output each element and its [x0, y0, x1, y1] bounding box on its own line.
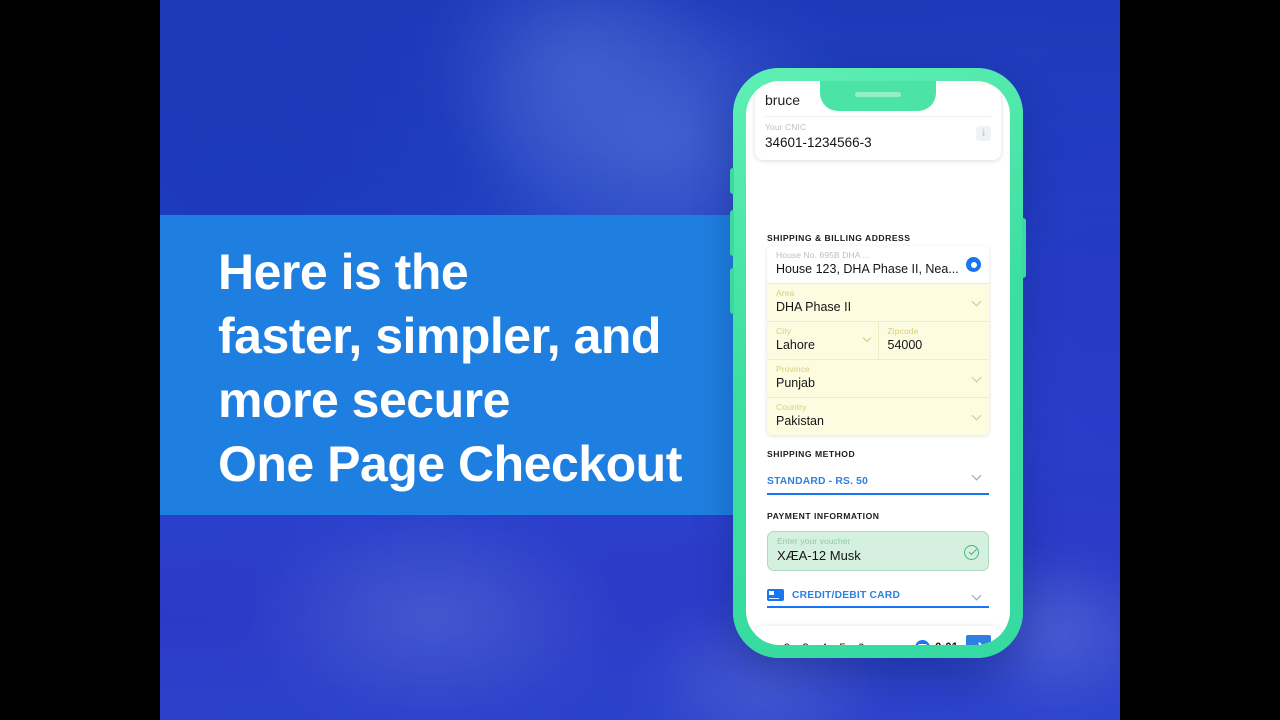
payment-method-select[interactable]: CREDIT/DEBIT CARD [767, 589, 989, 608]
street-address-value[interactable]: House 123, DHA Phase II, Nea... [776, 261, 980, 278]
zipcode-label: Zipcode [887, 326, 919, 336]
otp-submit-button[interactable] [966, 635, 991, 645]
voucher-value[interactable]: XÆA-12 Musk [777, 547, 979, 565]
otp-row: 1 - 2 - 3 - 4 - 5 - 6 0:01 [765, 635, 991, 645]
phone-volume-up-button[interactable] [730, 210, 734, 256]
headline-line-2: faster, simpler, and [218, 308, 661, 364]
video-frame: Here is the faster, simpler, and more se… [0, 0, 1280, 720]
payment-section-title: PAYMENT INFORMATION [767, 511, 880, 521]
area-value[interactable]: DHA Phase II [776, 299, 980, 316]
shipping-method-select[interactable]: STANDARD - RS. 50 [767, 470, 989, 495]
otp-input[interactable]: 1 - 2 - 3 - 4 - 5 - 6 [765, 641, 915, 646]
phone-screen: bruce Your CNIC 34601-1234566-3 i SHIPPI… [746, 81, 1010, 645]
check-circle-icon [964, 545, 979, 560]
cnic-value[interactable]: 34601-1234566-3 [765, 133, 991, 152]
city-field[interactable]: City Lahore [767, 322, 879, 359]
province-label: Province [776, 364, 810, 374]
phone-volume-down-button[interactable] [730, 268, 734, 314]
shipping-method-section-title: SHIPPING METHOD [767, 449, 856, 459]
voucher-label: Enter your voucher [777, 536, 851, 546]
page-title: Here is the faster, simpler, and more se… [218, 240, 738, 496]
city-label: City [776, 326, 792, 336]
payment-method-label: CREDIT/DEBIT CARD [792, 589, 901, 601]
phone-earpiece-speaker [855, 92, 901, 97]
headline-line-1: Here is the [218, 244, 469, 300]
zipcode-field[interactable]: Zipcode 54000 [879, 322, 990, 359]
zipcode-value[interactable]: 54000 [888, 337, 981, 354]
shipping-address-card: House No. 695B DHA ... House 123, DHA Ph… [767, 246, 989, 435]
area-label: Area [776, 288, 795, 298]
country-value[interactable]: Pakistan [776, 413, 980, 430]
province-field[interactable]: Province Punjab [767, 359, 989, 397]
city-zip-row: City Lahore Zipcode 54000 [767, 321, 989, 359]
cnic-label: Your CNIC [765, 122, 807, 132]
chevron-down-icon[interactable] [971, 590, 982, 601]
chevron-down-icon[interactable] [971, 470, 982, 481]
otp-card: 1 - 2 - 3 - 4 - 5 - 6 0:01 An OTP text h… [755, 626, 1001, 645]
cnic-field[interactable]: Your CNIC 34601-1234566-3 i [765, 116, 991, 152]
credit-card-icon [767, 589, 784, 601]
phone-notch [820, 81, 936, 111]
shipping-method-value: STANDARD - RS. 50 [767, 476, 869, 487]
phone-silent-switch[interactable] [730, 168, 734, 194]
phone-mockup: bruce Your CNIC 34601-1234566-3 i SHIPPI… [730, 68, 1026, 658]
street-address-label: House No. 695B DHA ... [776, 250, 870, 260]
otp-timer: 0:01 [935, 642, 958, 646]
city-value[interactable]: Lahore [776, 337, 869, 354]
info-icon[interactable]: i [976, 126, 991, 141]
shipping-address-section-title: SHIPPING & BILLING ADDRESS [767, 233, 911, 243]
phone-power-button[interactable] [1022, 218, 1026, 278]
area-field[interactable]: Area DHA Phase II [767, 283, 989, 321]
checkout-form: bruce Your CNIC 34601-1234566-3 i SHIPPI… [746, 81, 1010, 645]
province-value[interactable]: Punjab [776, 375, 980, 392]
headline-line-3: more secure [218, 372, 510, 428]
message-icon [914, 640, 930, 645]
street-address-field[interactable]: House No. 695B DHA ... House 123, DHA Ph… [767, 246, 989, 283]
headline-line-4: One Page Checkout [218, 436, 682, 492]
voucher-field[interactable]: Enter your voucher XÆA-12 Musk [767, 531, 989, 571]
country-label: Country [776, 402, 807, 412]
country-field[interactable]: Country Pakistan [767, 397, 989, 435]
locate-icon[interactable] [966, 257, 981, 272]
